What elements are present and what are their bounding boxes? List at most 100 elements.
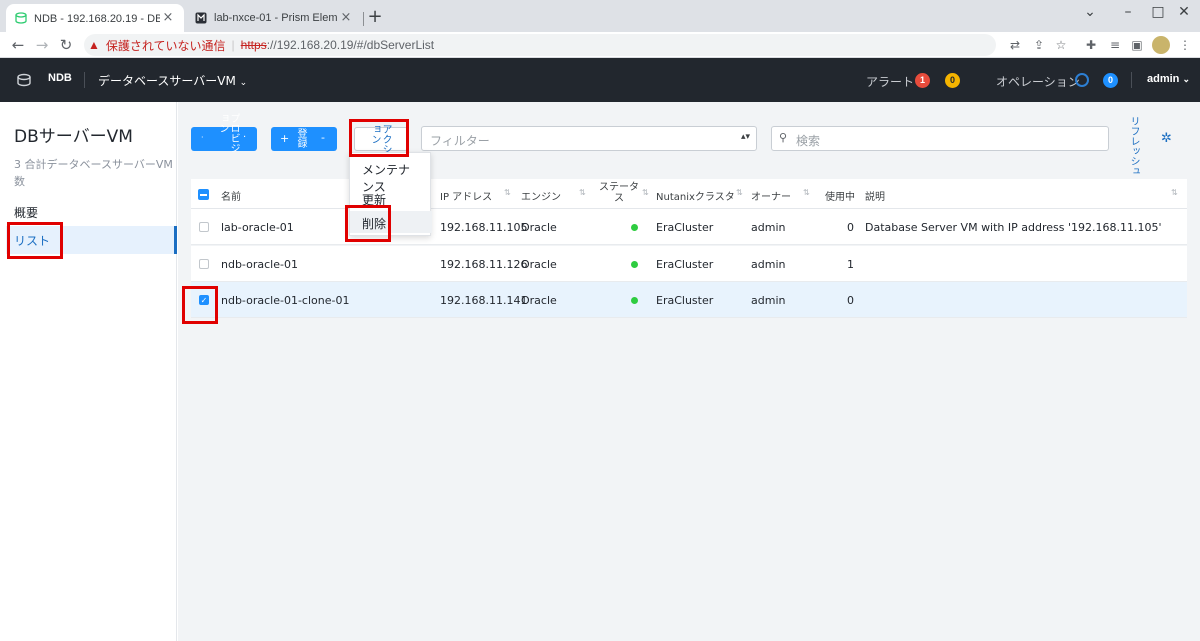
sort-icon[interactable]: ⇅ [803,188,810,197]
row-checkbox[interactable] [199,222,209,232]
user-menu[interactable]: admin ⌄ [1147,73,1190,85]
database-icon [14,11,28,25]
column-header-status[interactable]: ステータス [596,182,642,204]
chevron-down-icon[interactable]: ⌄ [1072,0,1108,28]
select-all-checkbox[interactable] [198,189,209,200]
tab-title: lab-nxce-01 - Prism Element [214,12,338,24]
sort-icon[interactable]: ⇅ [736,188,743,197]
cell-owner: admin [751,221,786,234]
gear-icon[interactable]: ✲ [1161,131,1172,146]
window-close-icon[interactable]: ✕ [1166,0,1200,28]
sort-icon[interactable]: ⇅ [1171,188,1178,197]
column-header-ip[interactable]: IP アドレス [440,188,492,203]
header-divider [84,72,85,88]
ndb-logo-icon[interactable] [16,72,32,88]
status-ok-icon [631,224,638,231]
column-header-in-use[interactable]: 使用中 [825,188,855,203]
annotation-box-list [7,222,63,259]
reload-icon[interactable]: ↻ [56,35,76,55]
annotation-box-delete [345,205,391,242]
cell-in-use: 0 [847,294,854,307]
close-icon[interactable]: × [160,10,176,26]
cell-name[interactable]: ndb-oracle-01 [221,258,298,271]
operations-progress-icon [1075,73,1089,87]
row-checkbox[interactable] [199,259,209,269]
new-tab-button[interactable]: + [366,6,384,30]
vm-count: 3 合計データベースサーバーVM数 [14,158,173,188]
alerts-link[interactable]: アラート [866,73,914,90]
table-row[interactable]: ndb-oracle-01 192.168.11.126 Oracle EraC… [191,246,1187,282]
browser-toolbar: ← → ↻ ▲ 保護されていない通信 | https ://192.168.20… [0,32,1200,58]
insecure-label[interactable]: 保護されていない通信 [106,37,226,54]
back-icon[interactable]: ← [8,35,28,55]
sidebar-item-summary[interactable]: 概要 [14,204,38,221]
translate-icon[interactable]: ⇄ [1006,36,1024,54]
operations-badge[interactable]: 0 [1103,73,1118,88]
table-row[interactable]: ✓ ndb-oracle-01-clone-01 192.168.11.141 … [191,282,1187,318]
brand-name: NDB [48,72,72,84]
cell-name[interactable]: lab-oracle-01 [221,221,294,234]
cell-engine: Oracle [521,221,557,234]
address-divider: | [231,38,235,52]
browser-tab-ndb[interactable]: NDB - 192.168.20.19 - DBサーバーVM × [6,4,184,32]
table-row[interactable]: lab-oracle-01 192.168.11.105 Oracle EraC… [191,209,1187,245]
annotation-box-checkbox [182,286,218,324]
register-button[interactable]: + 登録 - [271,127,337,151]
menu-item-maintenance[interactable]: メンテナンス [350,157,432,194]
column-header-engine[interactable]: エンジン [521,188,561,203]
chevron-down-icon: · [243,132,247,143]
cell-ip: 192.168.11.105 [440,221,528,234]
cell-name[interactable]: ndb-oracle-01-clone-01 [221,294,349,307]
register-button-label: 登録 [295,128,306,148]
filter-placeholder: フィルター [430,134,490,148]
alert-warning-badge[interactable]: 0 [945,73,960,88]
address-bar[interactable]: ▲ 保護されていない通信 | https ://192.168.20.19/#/… [84,34,996,56]
side-panel-icon[interactable]: ▣ [1128,36,1146,54]
sort-icon[interactable]: ⇅ [579,188,586,197]
header-divider [1131,72,1132,88]
sort-icon[interactable]: ⇅ [642,188,649,197]
cell-in-use: 0 [847,221,854,234]
entity-menu[interactable]: データベースサーバーVM ⌄ [98,72,247,89]
browser-tabstrip: NDB - 192.168.20.19 - DBサーバーVM × lab-nxc… [0,0,1200,32]
close-icon[interactable]: × [338,10,354,26]
cell-ip: 192.168.11.126 [440,258,528,271]
plus-icon: + [280,132,290,145]
status-ok-icon [631,297,638,304]
warning-icon[interactable]: ▲ [88,38,100,52]
sort-icon[interactable]: ⇅ [504,188,511,197]
operations-link[interactable]: オペレーション [996,73,1080,90]
profile-avatar[interactable] [1152,36,1170,54]
column-header-name[interactable]: 名前 [221,188,241,203]
chevron-down-icon: ⌄ [239,78,248,88]
refresh-link[interactable]: リフレッシュ [1128,116,1139,176]
tab-divider [363,12,364,26]
column-header-cluster[interactable]: Nutanixクラスタ [656,188,735,203]
cell-engine: Oracle [521,258,557,271]
provision-button[interactable]: · プロビジョン · [191,113,257,153]
chevron-left-icon: · [201,133,204,142]
search-input[interactable]: ⚲ 検索 [771,126,1109,151]
column-header-owner[interactable]: オーナー [751,188,791,203]
extensions-icon[interactable]: ✚ [1082,36,1100,54]
cell-cluster: EraCluster [656,221,714,234]
cell-owner: admin [751,258,786,271]
caret-icon: ▴▾ [740,132,750,142]
url-path: ://192.168.20.19/#/dbServerList [266,38,435,52]
provision-button-label: プロビジョン [217,113,239,153]
user-name: admin [1147,73,1180,85]
filter-select[interactable]: フィルター ▴▾ [421,126,757,151]
app-header: NDB データベースサーバーVM ⌄ アラート 1 0 オペレーション 0 ad… [0,58,1200,102]
url-scheme: https [240,38,267,52]
browser-tab-prism[interactable]: lab-nxce-01 - Prism Element × [186,4,362,32]
more-menu-icon[interactable]: ⋮ [1176,36,1194,54]
column-header-description[interactable]: 説明 [865,188,885,203]
cell-ip: 192.168.11.141 [440,294,528,307]
alert-critical-badge[interactable]: 1 [915,73,930,88]
bookmark-star-icon[interactable]: ☆ [1052,36,1070,54]
status-ok-icon [631,261,638,268]
share-icon[interactable]: ⇪ [1030,36,1048,54]
cell-in-use: 1 [847,258,854,271]
reading-list-icon[interactable]: ≡ [1106,36,1124,54]
forward-icon[interactable]: → [32,35,52,55]
